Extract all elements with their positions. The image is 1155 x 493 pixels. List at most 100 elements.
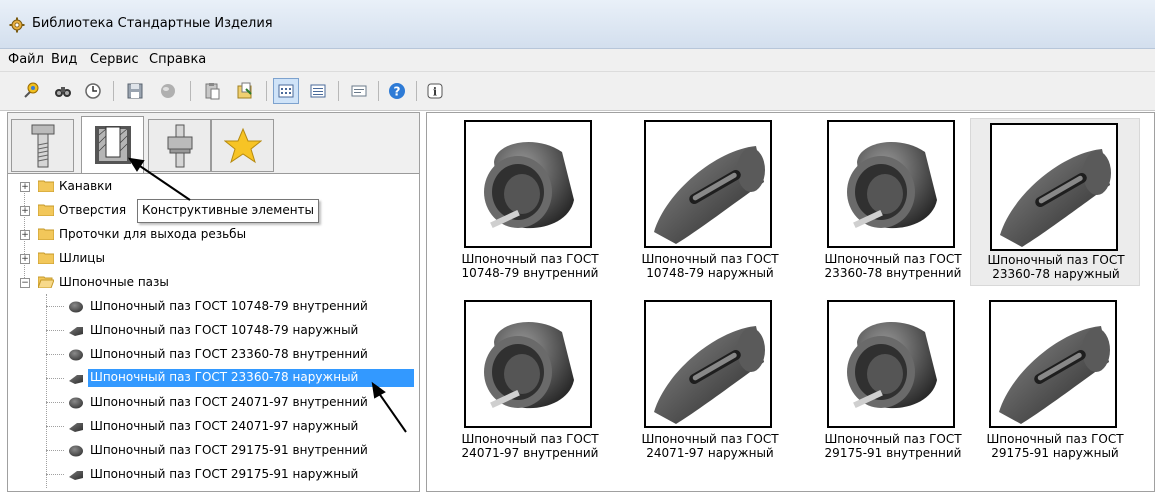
gallery-card[interactable]: Шпоночный паз ГОСТ 29175-91 внутренний — [808, 300, 978, 466]
expand-icon[interactable]: + — [20, 206, 30, 216]
structural-element-icon — [94, 126, 131, 164]
gallery-card[interactable]: Шпоночный паз ГОСТ 24071-97 наружный — [625, 300, 795, 466]
category-tabs — [8, 113, 419, 173]
svg-text:i: i — [433, 86, 437, 99]
inner-keyway-icon — [69, 349, 83, 361]
export-icon[interactable] — [232, 78, 258, 104]
title-bar: Библиотека Стандартные Изделия — [0, 0, 1155, 49]
tree-item[interactable]: Шпоночный паз ГОСТ 23360-78 внутренний — [8, 344, 419, 366]
folder-icon — [38, 180, 54, 192]
expand-icon[interactable]: + — [20, 182, 30, 192]
tab-nuts[interactable] — [148, 119, 211, 172]
tree-item-label: Шпоночный паз ГОСТ 29175-91 внутренний — [90, 443, 368, 457]
tree-item[interactable]: Шпоночный паз ГОСТ 29175-91 внутренний — [8, 440, 419, 462]
tree-item-label: Шпоночный паз ГОСТ 10748-79 внутренний — [90, 299, 368, 313]
toolbar-separator — [113, 81, 114, 101]
pin-icon[interactable] — [18, 78, 44, 104]
menu-help[interactable]: Справка — [149, 52, 206, 67]
window-title: Библиотека Стандартные Изделия — [32, 16, 273, 31]
tree-item-label: Шпоночный паз ГОСТ 23360-78 внутренний — [90, 347, 368, 361]
tree-item[interactable]: Шпоночный паз ГОСТ 29175-91 наружный — [8, 464, 419, 486]
menu-file[interactable]: Файл — [8, 52, 44, 67]
collapse-icon[interactable]: − — [20, 278, 30, 288]
help-icon[interactable]: ? — [384, 78, 410, 104]
tab-favorites[interactable] — [211, 119, 274, 172]
gear-icon — [9, 17, 25, 33]
clock-icon[interactable] — [80, 78, 106, 104]
outer-keyway-icon — [69, 327, 83, 336]
paste-icon[interactable] — [199, 78, 225, 104]
inner-keyway-icon — [69, 301, 83, 313]
tooltip: Конструктивные элементы — [137, 199, 320, 223]
outer-keyway-icon — [69, 471, 83, 480]
tree-folder-thread-undercuts[interactable]: + Проточки для выхода резьбы — [8, 224, 419, 246]
folder-icon — [38, 252, 54, 264]
large-icons-view-icon[interactable] — [273, 78, 299, 104]
tree-folder-splines[interactable]: + Шлицы — [8, 248, 419, 270]
gallery-caption-line1: Шпоночный паз ГОСТ — [987, 253, 1125, 267]
tree-item[interactable]: Шпоночный паз ГОСТ 10748-79 наружный — [8, 320, 419, 342]
tree-item[interactable]: Шпоночный паз ГОСТ 24071-97 внутренний — [8, 392, 419, 414]
outer-keyway-thumbnail — [990, 123, 1118, 251]
expand-icon[interactable]: + — [20, 254, 30, 264]
toolbar-separator — [378, 81, 379, 101]
gallery-caption-line2: 29175-91 внутренний — [824, 446, 962, 460]
star-icon — [223, 127, 262, 163]
binoculars-icon[interactable] — [50, 78, 76, 104]
gallery-card-selected[interactable]: Шпоночный паз ГОСТ 23360-78 наружный — [970, 118, 1140, 286]
gallery-card[interactable]: Шпоночный паз ГОСТ 29175-91 наружный — [970, 300, 1140, 466]
inner-keyway-thumbnail — [827, 300, 955, 428]
gallery-caption-line1: Шпоночный паз ГОСТ — [641, 432, 779, 446]
tree-folder-label: Отверстия — [59, 203, 127, 217]
outer-keyway-thumbnail — [644, 300, 772, 428]
gallery-caption-line1: Шпоночный паз ГОСТ — [641, 252, 779, 266]
gallery-caption-line2: 24071-97 наружный — [646, 446, 774, 460]
gallery-card[interactable]: Шпоночный паз ГОСТ 10748-79 наружный — [625, 120, 795, 286]
open-folder-icon — [38, 276, 54, 288]
svg-text:?: ? — [394, 85, 401, 99]
tree-folder-label: Канавки — [59, 179, 113, 193]
outer-keyway-icon — [69, 423, 83, 432]
tree-item-label: Шпоночный паз ГОСТ 24071-97 наружный — [90, 419, 359, 433]
menu-bar: Файл Вид Сервис Справка — [0, 49, 1155, 72]
sphere-icon[interactable] — [155, 78, 181, 104]
inner-keyway-thumbnail — [464, 120, 592, 248]
gallery-caption-line2: 29175-91 наружный — [991, 446, 1119, 460]
tree-folder-grooves[interactable]: + Канавки — [8, 176, 419, 198]
tree-item[interactable]: Шпоночный паз ГОСТ 10748-79 внутренний — [8, 296, 419, 318]
gallery-caption-line2: 23360-78 наружный — [992, 267, 1120, 281]
gallery-caption-line2: 23360-78 внутренний — [824, 266, 962, 280]
menu-view[interactable]: Вид — [51, 52, 77, 67]
info-icon[interactable]: i — [422, 78, 448, 104]
folder-icon — [38, 204, 54, 216]
gallery-caption-line2: 10748-79 внутренний — [461, 266, 599, 280]
details-view-icon[interactable] — [346, 78, 372, 104]
inner-keyway-icon — [69, 445, 83, 457]
gallery-card[interactable]: Шпоночный паз ГОСТ 24071-97 внутренний — [445, 300, 615, 466]
list-view-icon[interactable] — [305, 78, 331, 104]
bolt-icon — [31, 124, 54, 167]
tree-item-label: Шпоночный паз ГОСТ 24071-97 внутренний — [90, 395, 368, 409]
tree-item[interactable]: Шпоночный паз ГОСТ 24071-97 наружный — [8, 416, 419, 438]
tree-item-label: Шпоночный паз ГОСТ 10748-79 наружный — [90, 323, 359, 337]
gallery-caption-line2: 10748-79 наружный — [646, 266, 774, 280]
tree-folder-label: Шпоночные пазы — [59, 275, 169, 289]
tree-item-selected[interactable]: Шпоночный паз ГОСТ 23360-78 наружный — [8, 368, 419, 390]
toolbar: ? i — [0, 72, 1155, 111]
gallery-card[interactable]: Шпоночный паз ГОСТ 23360-78 внутренний — [808, 120, 978, 286]
gallery-caption-line1: Шпоночный паз ГОСТ — [824, 432, 962, 446]
outer-keyway-icon — [69, 375, 83, 384]
expand-icon[interactable]: + — [20, 230, 30, 240]
tab-bolts[interactable] — [11, 119, 74, 172]
menu-service[interactable]: Сервис — [90, 52, 139, 67]
save-icon[interactable] — [122, 78, 148, 104]
toolbar-separator — [338, 81, 339, 101]
gallery-caption-line2: 24071-97 внутренний — [461, 446, 599, 460]
outer-keyway-thumbnail — [644, 120, 772, 248]
gallery-card[interactable]: Шпоночный паз ГОСТ 10748-79 внутренний — [445, 120, 615, 286]
tree-folder-keyways[interactable]: − Шпоночные пазы — [8, 272, 419, 294]
tree-folder-label: Проточки для выхода резьбы — [59, 227, 247, 241]
gallery-caption-line1: Шпоночный паз ГОСТ — [986, 432, 1124, 446]
folder-icon — [38, 228, 54, 240]
tab-structural-elements[interactable] — [81, 116, 144, 173]
